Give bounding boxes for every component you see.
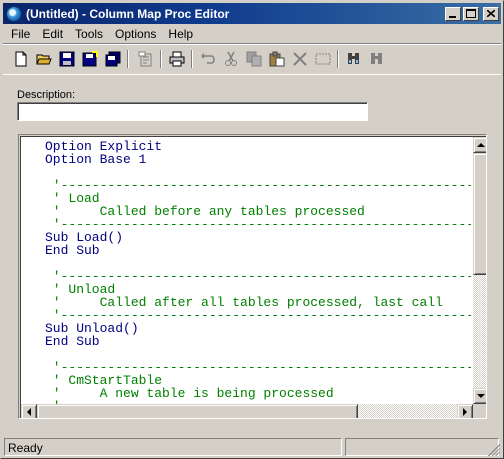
print-icon (169, 51, 185, 67)
cut-icon (225, 51, 237, 66)
save-as-button[interactable] (80, 49, 100, 69)
replace-icon (371, 53, 382, 64)
menu-edit[interactable]: Edit (36, 27, 69, 41)
code-line[interactable]: End Sub (21, 335, 471, 348)
code-editor[interactable]: Option Explicit Option Base 1 '----------… (18, 134, 487, 419)
toolbar (3, 43, 501, 75)
menu-bar: File Edit Tools Options Help (3, 25, 501, 42)
new-file-button[interactable] (11, 49, 31, 69)
status-pane-secondary (345, 438, 499, 456)
delete-icon (293, 52, 307, 66)
close-button[interactable] (483, 6, 499, 21)
status-text: Ready (4, 438, 342, 456)
select-all-icon (315, 53, 331, 65)
toolbar-separator (160, 50, 162, 68)
maximize-icon (466, 8, 476, 18)
save-button[interactable] (57, 49, 77, 69)
save-all-icon (105, 51, 121, 67)
arrow-down-icon (477, 394, 485, 398)
save-all-button[interactable] (103, 49, 123, 69)
menu-options[interactable]: Options (109, 27, 162, 41)
status-bar: Ready (3, 437, 501, 457)
scroll-left-button[interactable] (21, 404, 37, 418)
menu-help[interactable]: Help (162, 27, 199, 41)
resize-grip-icon[interactable] (488, 444, 500, 456)
code-line[interactable]: ' A new table is being processed (21, 387, 471, 400)
minimize-button[interactable] (445, 6, 461, 21)
horizontal-scrollbar[interactable] (21, 404, 473, 418)
properties-icon (138, 51, 152, 67)
title-bar[interactable]: (Untitled) - Column Map Proc Editor (3, 3, 501, 24)
cut-button[interactable] (221, 49, 241, 69)
window-title: (Untitled) - Column Map Proc Editor (26, 6, 230, 21)
scroll-down-button[interactable] (473, 388, 486, 404)
replace-button[interactable] (367, 49, 387, 69)
paste-icon (269, 51, 285, 67)
scroll-right-button[interactable] (457, 404, 473, 418)
scroll-up-button[interactable] (473, 137, 486, 153)
delete-button[interactable] (290, 49, 310, 69)
app-icon[interactable] (6, 5, 22, 22)
minimize-icon (449, 15, 456, 18)
find-icon (348, 53, 359, 64)
arrow-up-icon (477, 143, 485, 147)
open-folder-icon (36, 54, 52, 65)
maximize-button[interactable] (463, 6, 479, 21)
menu-tools[interactable]: Tools (69, 27, 109, 41)
arrow-right-icon (463, 408, 467, 416)
horizontal-scroll-thumb[interactable] (37, 404, 358, 418)
copy-icon (246, 51, 262, 67)
code-editor-surface[interactable]: Option Explicit Option Base 1 '----------… (20, 136, 486, 418)
undo-button[interactable] (198, 49, 218, 69)
toolbar-separator (127, 50, 129, 68)
main-window: (Untitled) - Column Map Proc Editor File… (0, 0, 504, 459)
new-file-icon (15, 51, 27, 67)
select-all-button[interactable] (313, 49, 333, 69)
toolbar-separator (191, 50, 193, 68)
open-button[interactable] (34, 49, 54, 69)
description-input[interactable] (17, 102, 368, 121)
copy-button[interactable] (244, 49, 264, 69)
toolbar-separator (337, 50, 339, 68)
undo-icon (201, 53, 215, 64)
arrow-left-icon (27, 408, 31, 416)
menu-file[interactable]: File (3, 27, 36, 41)
description-label: Description: (17, 89, 76, 101)
code-area[interactable]: Option Explicit Option Base 1 '----------… (21, 140, 471, 404)
save-as-icon (82, 51, 98, 67)
code-line[interactable]: End Sub (21, 244, 471, 257)
save-icon (59, 51, 75, 67)
find-button[interactable] (344, 49, 364, 69)
close-icon (487, 10, 495, 17)
vertical-scroll-thumb[interactable] (473, 153, 486, 275)
code-line[interactable]: Option Base 1 (21, 153, 471, 166)
print-button[interactable] (167, 49, 187, 69)
scroll-corner (473, 404, 486, 418)
paste-button[interactable] (267, 49, 287, 69)
properties-button[interactable] (136, 49, 156, 69)
vertical-scrollbar[interactable] (473, 137, 486, 404)
